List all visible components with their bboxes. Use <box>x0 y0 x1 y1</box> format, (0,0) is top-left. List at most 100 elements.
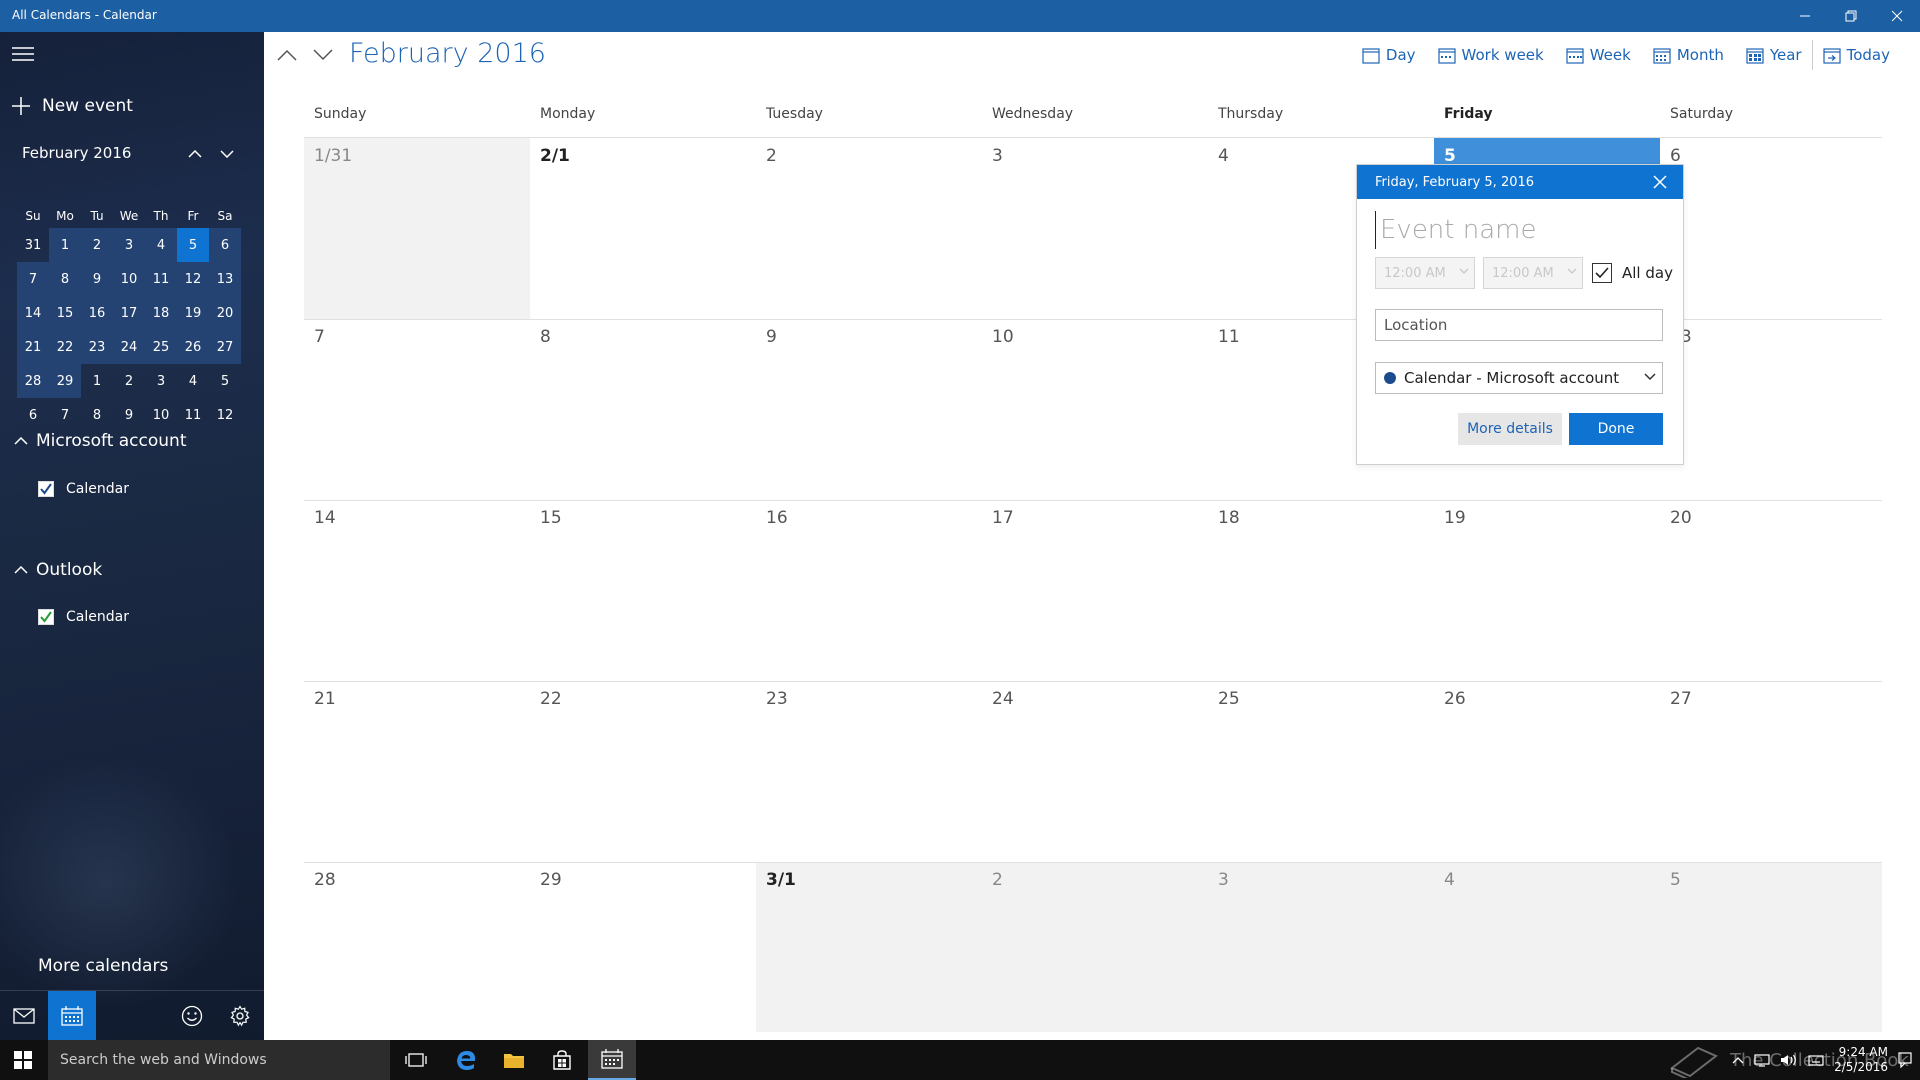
mini-day-cell[interactable]: 25 <box>145 330 177 364</box>
mini-day-cell[interactable]: 20 <box>209 296 241 330</box>
day-cell[interactable]: 1/31 <box>304 138 530 319</box>
day-cell[interactable]: 22 <box>530 681 756 862</box>
mini-day-cell[interactable]: 1 <box>49 228 81 262</box>
view-day-button[interactable]: Day <box>1362 46 1416 64</box>
mini-day-cell[interactable]: 11 <box>145 262 177 296</box>
mini-day-cell[interactable]: 17 <box>113 296 145 330</box>
mini-day-cell[interactable]: 8 <box>49 262 81 296</box>
mini-day-cell[interactable]: 12 <box>177 262 209 296</box>
day-cell[interactable]: 2 <box>756 138 982 319</box>
mini-day-cell[interactable]: 4 <box>145 228 177 262</box>
volume-icon[interactable] <box>1780 1053 1798 1067</box>
calendar-checkbox[interactable] <box>38 481 54 497</box>
mini-day-cell[interactable]: 22 <box>49 330 81 364</box>
day-cell[interactable]: 15 <box>530 500 756 681</box>
more-calendars-link[interactable]: More calendars <box>38 956 168 976</box>
keyboard-icon[interactable] <box>1808 1053 1824 1067</box>
mini-day-cell[interactable]: 21 <box>17 330 49 364</box>
day-cell[interactable]: 3 <box>1208 862 1434 1032</box>
all-day-checkbox[interactable]: All day <box>1592 263 1673 283</box>
calendar-select[interactable]: Calendar - Microsoft account <box>1375 362 1663 394</box>
edge-button[interactable] <box>442 1040 490 1080</box>
network-icon[interactable] <box>1754 1053 1770 1067</box>
settings-button[interactable] <box>216 991 264 1040</box>
day-cell[interactable]: 26 <box>1434 681 1660 862</box>
mini-day-cell[interactable]: 1 <box>81 364 113 398</box>
day-cell[interactable]: 5 <box>1660 862 1882 1032</box>
day-cell[interactable]: 8 <box>530 319 756 500</box>
mini-day-cell[interactable]: 31 <box>17 228 49 262</box>
mini-day-cell[interactable]: 5 <box>209 364 241 398</box>
day-cell[interactable]: 17 <box>982 500 1208 681</box>
day-cell[interactable]: 29 <box>530 862 756 1032</box>
mini-day-cell[interactable]: 24 <box>113 330 145 364</box>
day-cell[interactable]: 25 <box>1208 681 1434 862</box>
file-explorer-button[interactable] <box>490 1040 538 1080</box>
all-day-box[interactable] <box>1592 263 1612 283</box>
mini-day-cell[interactable]: 12 <box>209 398 241 432</box>
mini-day-cell[interactable]: 2 <box>113 364 145 398</box>
end-time-select[interactable]: 12:00 AM <box>1483 257 1583 289</box>
new-event-button[interactable]: New event <box>12 92 133 120</box>
day-cell[interactable]: 23 <box>756 681 982 862</box>
mini-day-cell[interactable]: 9 <box>81 262 113 296</box>
mini-day-cell[interactable]: 16 <box>81 296 113 330</box>
mini-day-cell[interactable]: 28 <box>17 364 49 398</box>
day-cell[interactable]: 19 <box>1434 500 1660 681</box>
mini-day-cell[interactable]: 26 <box>177 330 209 364</box>
day-cell[interactable]: 7 <box>304 319 530 500</box>
mini-day-cell[interactable]: 3 <box>145 364 177 398</box>
mini-day-cell[interactable]: 9 <box>113 398 145 432</box>
feedback-button[interactable] <box>168 991 216 1040</box>
mini-day-cell[interactable]: 8 <box>81 398 113 432</box>
restore-button[interactable] <box>1828 0 1874 32</box>
day-cell[interactable]: 10 <box>982 319 1208 500</box>
view-year-button[interactable]: Year <box>1746 46 1802 64</box>
mini-day-cell[interactable]: 19 <box>177 296 209 330</box>
calendar-item-outlook[interactable]: Calendar <box>38 606 129 628</box>
day-cell[interactable]: 18 <box>1208 500 1434 681</box>
more-details-button[interactable]: More details <box>1458 413 1562 445</box>
mini-day-cell[interactable]: 7 <box>49 398 81 432</box>
day-cell[interactable]: 3/1 <box>756 862 982 1032</box>
task-view-button[interactable] <box>392 1040 440 1080</box>
store-button[interactable] <box>538 1040 586 1080</box>
tray-overflow-icon[interactable] <box>1732 1056 1744 1064</box>
mini-day-cell[interactable]: 4 <box>177 364 209 398</box>
calendar-item-microsoft[interactable]: Calendar <box>38 478 129 500</box>
mini-day-cell[interactable]: 14 <box>17 296 49 330</box>
minimize-button[interactable] <box>1782 0 1828 32</box>
day-cell[interactable]: 20 <box>1660 500 1882 681</box>
mini-day-cell[interactable]: 6 <box>209 228 241 262</box>
mini-day-cell[interactable]: 13 <box>209 262 241 296</box>
mail-button[interactable] <box>0 991 48 1040</box>
mini-prev-month-button[interactable] <box>183 142 207 166</box>
day-cell[interactable]: 24 <box>982 681 1208 862</box>
today-button[interactable]: Today <box>1823 46 1890 64</box>
day-cell[interactable]: 4 <box>1434 862 1660 1032</box>
mini-day-cell[interactable]: 5 <box>177 228 209 262</box>
mini-day-cell[interactable]: 10 <box>145 398 177 432</box>
next-month-button[interactable] <box>308 40 338 70</box>
calendar-app-button[interactable] <box>48 991 96 1040</box>
mini-day-cell[interactable]: 11 <box>177 398 209 432</box>
calendar-taskbar-button[interactable] <box>588 1040 636 1080</box>
day-cell[interactable]: 21 <box>304 681 530 862</box>
mini-day-cell[interactable]: 2 <box>81 228 113 262</box>
day-cell[interactable]: 2 <box>982 862 1208 1032</box>
day-cell[interactable]: 14 <box>304 500 530 681</box>
group-header-outlook[interactable]: Outlook <box>14 557 102 583</box>
mini-calendar-header[interactable]: February 2016 <box>22 144 131 162</box>
start-time-select[interactable]: 12:00 AM <box>1375 257 1475 289</box>
done-button[interactable]: Done <box>1569 413 1663 445</box>
mini-day-cell[interactable]: 18 <box>145 296 177 330</box>
day-cell[interactable]: 9 <box>756 319 982 500</box>
day-cell[interactable]: 2/1 <box>530 138 756 319</box>
day-cell[interactable]: 27 <box>1660 681 1882 862</box>
location-input[interactable] <box>1375 309 1663 341</box>
mini-day-cell[interactable]: 23 <box>81 330 113 364</box>
event-name-input[interactable] <box>1375 211 1667 249</box>
taskbar-clock[interactable]: 9:24 AM 2/5/2016 <box>1834 1045 1888 1075</box>
mini-day-cell[interactable]: 6 <box>17 398 49 432</box>
taskbar-search-box[interactable]: Search the web and Windows <box>48 1040 390 1080</box>
